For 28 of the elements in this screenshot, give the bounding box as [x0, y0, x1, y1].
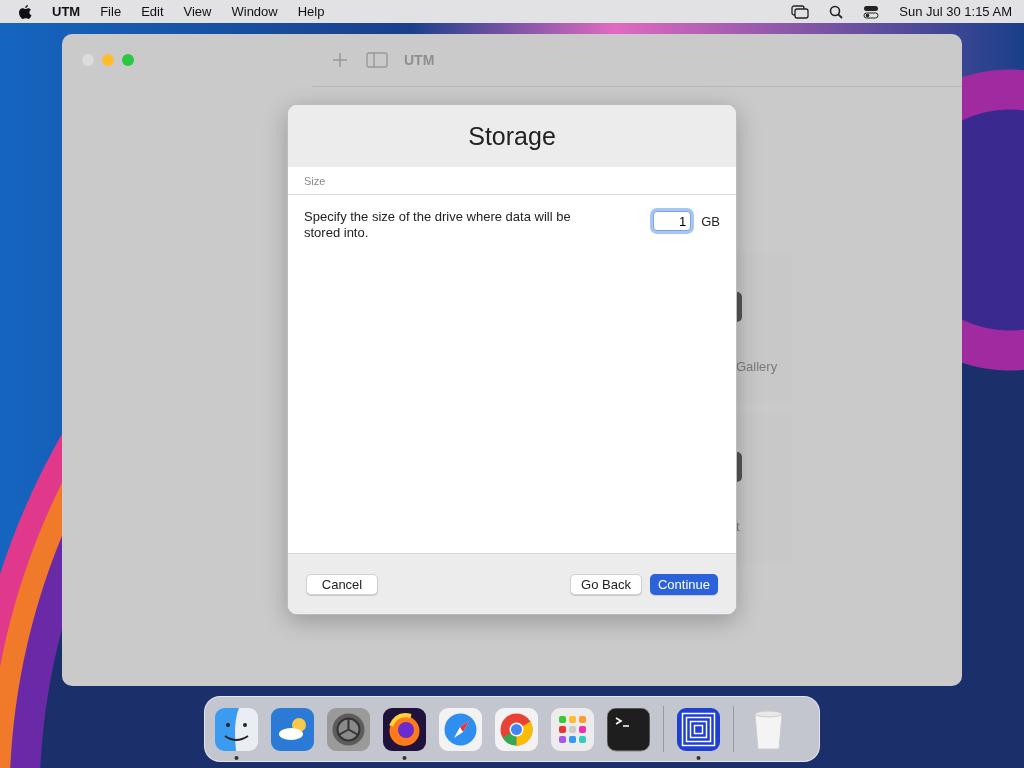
toggle-switches-icon[interactable]: [863, 4, 880, 19]
menu-item[interactable]: File: [100, 4, 122, 19]
firefox-icon[interactable]: [383, 707, 426, 760]
stacked-windows-icon[interactable]: [791, 4, 810, 19]
continue-button[interactable]: Continue: [649, 573, 718, 595]
description-text: Specify the size of the drive where data will be stored into.: [304, 209, 572, 241]
back-button[interactable]: Go Back: [570, 573, 642, 595]
app-menu[interactable]: UTM: [52, 4, 81, 19]
search-icon[interactable]: [829, 4, 844, 19]
dialog-title: Storage: [468, 121, 556, 151]
dock-separator: [663, 706, 664, 752]
apple-logo-icon[interactable]: [18, 3, 32, 20]
size-field[interactable]: 1: [653, 211, 692, 231]
dock-separator: [733, 706, 734, 752]
finder-face-icon[interactable]: [215, 707, 258, 760]
card-icon: [737, 292, 742, 322]
menu-item[interactable]: Window: [231, 4, 278, 19]
clock[interactable]: Sun Jul 30 1:15 AM: [899, 4, 1012, 19]
cancel-button[interactable]: Cancel: [306, 573, 378, 595]
section-header: Size: [304, 174, 326, 187]
card-icon: [737, 452, 742, 482]
unit-label: GB: [701, 214, 720, 229]
window-title: UTM: [404, 52, 435, 68]
menu-item[interactable]: View: [183, 4, 212, 19]
card-label: Gallery: [736, 359, 778, 374]
menu-item[interactable]: Edit: [141, 4, 164, 19]
nested-squares-icon[interactable]: [677, 707, 720, 760]
menu-item[interactable]: Help: [297, 4, 325, 19]
